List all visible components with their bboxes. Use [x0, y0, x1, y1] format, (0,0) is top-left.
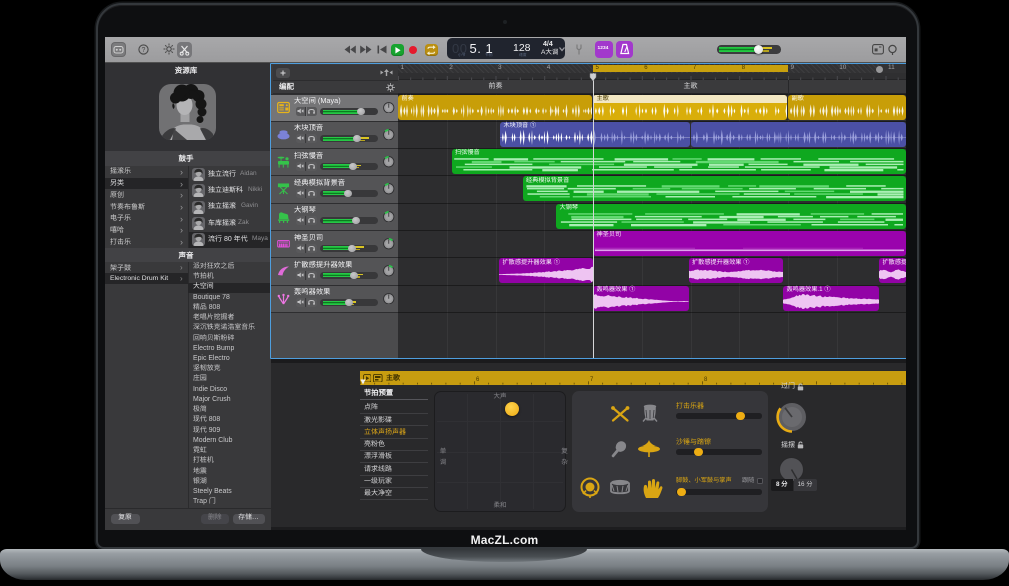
svg-text:?: ?: [142, 47, 146, 54]
